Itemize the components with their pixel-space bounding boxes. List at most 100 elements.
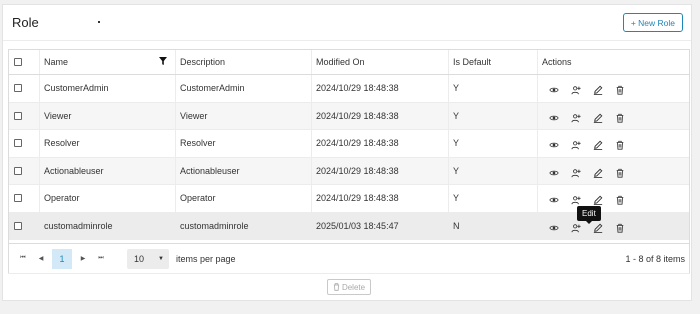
- trash-icon[interactable]: [612, 220, 628, 236]
- trash-icon: [333, 283, 340, 291]
- grid-header-row: Name Description Modified On Is Default …: [9, 50, 689, 75]
- cell-actions: [538, 213, 689, 240]
- cell-actions: [538, 130, 689, 157]
- cell-modified: 2024/10/29 18:48:38: [312, 102, 449, 129]
- user-add-icon[interactable]: [568, 220, 584, 236]
- column-header-modified[interactable]: Modified On: [312, 50, 449, 74]
- cell-name: customadminrole: [40, 212, 176, 239]
- table-row[interactable]: Resolver Resolver 2024/10/29 18:48:38 Y: [9, 130, 689, 158]
- delete-button-label: Delete: [341, 282, 366, 292]
- cell-modified: 2025/01/03 18:45:47: [312, 212, 449, 239]
- cell-is-default: N: [449, 212, 538, 239]
- first-page-icon[interactable]: ⏮: [16, 251, 30, 267]
- user-add-icon[interactable]: [568, 110, 584, 126]
- table-row[interactable]: CustomerAdmin CustomerAdmin 2024/10/29 18:…: [9, 75, 689, 103]
- trash-icon[interactable]: [612, 82, 628, 98]
- pencil-icon[interactable]: [590, 220, 606, 236]
- pager-info: 1 - 8 of 8 items: [625, 253, 685, 264]
- page-number-button[interactable]: 1: [52, 248, 72, 269]
- select-all-cell: [9, 50, 40, 74]
- cell-description: CustomerAdmin: [176, 75, 312, 102]
- cell-modified: 2024/10/29 18:48:38: [312, 75, 449, 102]
- eye-icon[interactable]: [546, 192, 562, 208]
- row-select-cell: [9, 102, 40, 129]
- cell-name: CustomerAdmin: [40, 75, 176, 102]
- row-checkbox[interactable]: [14, 194, 22, 203]
- row-checkbox[interactable]: [14, 111, 22, 120]
- card-footer: Delete: [8, 273, 690, 300]
- cell-description: Viewer: [176, 102, 312, 129]
- row-checkbox[interactable]: [14, 139, 22, 148]
- cell-description: Actionableuser: [176, 157, 312, 184]
- select-all-checkbox[interactable]: [14, 58, 22, 66]
- delete-button[interactable]: Delete: [326, 279, 372, 295]
- trash-icon[interactable]: [612, 110, 628, 126]
- pencil-icon[interactable]: [590, 82, 606, 98]
- row-checkbox[interactable]: [14, 221, 22, 230]
- cell-is-default: Y: [449, 157, 538, 184]
- column-header-name[interactable]: Name: [40, 50, 176, 74]
- cell-description: Resolver: [176, 130, 312, 157]
- cell-actions: [538, 103, 689, 130]
- roles-grid: Name Description Modified On Is Default …: [8, 49, 690, 274]
- prev-page-icon[interactable]: ◀: [34, 251, 48, 267]
- column-header-is-default[interactable]: Is Default: [449, 50, 538, 74]
- eye-icon[interactable]: [546, 137, 562, 153]
- pencil-icon[interactable]: [590, 110, 606, 126]
- column-header-description[interactable]: Description: [176, 50, 312, 74]
- edit-tooltip: Edit: [577, 206, 601, 224]
- page-title: Role: [12, 15, 39, 30]
- user-add-icon[interactable]: [568, 165, 584, 181]
- page-size-value: 10: [134, 253, 145, 264]
- cell-name: Resolver: [40, 130, 176, 157]
- new-role-button[interactable]: + New Role: [622, 13, 683, 32]
- trash-icon[interactable]: [612, 165, 628, 181]
- user-add-icon[interactable]: [568, 82, 584, 98]
- chevron-down-icon: ▼: [158, 255, 164, 262]
- last-page-icon[interactable]: ⏭: [94, 251, 108, 267]
- trash-icon[interactable]: [612, 137, 628, 153]
- card-header: Role + New Role: [3, 5, 691, 41]
- column-header-label: Name: [44, 57, 69, 67]
- roles-card: Role + New Role Name Description Modifie…: [2, 4, 692, 301]
- cell-description: customadminrole: [176, 212, 312, 239]
- trash-icon[interactable]: [612, 192, 628, 208]
- cell-modified: 2024/10/29 18:48:38: [312, 157, 449, 184]
- row-select-cell: [9, 130, 40, 157]
- column-header-label: Is Default: [453, 57, 492, 67]
- pencil-icon[interactable]: [590, 137, 606, 153]
- column-header-label: Actions: [542, 57, 572, 67]
- cell-modified: 2024/10/29 18:48:38: [312, 130, 449, 157]
- cell-actions: [538, 185, 689, 212]
- row-select-cell: [9, 157, 40, 184]
- eye-icon[interactable]: [546, 110, 562, 126]
- user-add-icon[interactable]: [568, 137, 584, 153]
- pager: ⏮ ◀ 1 ▶ ⏭ 10 ▼ items per page 1 - 8 of 8…: [9, 243, 689, 273]
- cell-actions: [538, 75, 689, 102]
- eye-icon[interactable]: [546, 82, 562, 98]
- cell-modified: 2024/10/29 18:48:38: [312, 185, 449, 212]
- row-select-cell: [9, 75, 40, 102]
- eye-icon[interactable]: [546, 220, 562, 236]
- cell-is-default: Y: [449, 130, 538, 157]
- column-header-actions: Actions: [538, 50, 689, 74]
- row-select-cell: [9, 185, 40, 212]
- cell-name: Operator: [40, 185, 176, 212]
- table-row[interactable]: Actionableuser Actionableuser 2024/10/29 1…: [9, 157, 689, 185]
- next-page-icon[interactable]: ▶: [76, 251, 90, 267]
- table-row[interactable]: Viewer Viewer 2024/10/29 18:48:38 Y: [9, 102, 689, 130]
- cell-is-default: Y: [449, 185, 538, 212]
- pencil-icon[interactable]: [590, 165, 606, 181]
- cell-is-default: Y: [449, 75, 538, 102]
- column-header-label: Description: [180, 57, 226, 67]
- filter-icon[interactable]: [159, 57, 167, 67]
- column-header-label: Modified On: [316, 57, 365, 67]
- decor-dot: [98, 21, 100, 23]
- cell-actions: [538, 158, 689, 185]
- cell-name: Actionableuser: [40, 157, 176, 184]
- page-size-select[interactable]: 10 ▼: [127, 248, 169, 269]
- eye-icon[interactable]: [546, 165, 562, 181]
- row-checkbox[interactable]: [14, 166, 22, 175]
- row-checkbox[interactable]: [14, 84, 22, 93]
- row-select-cell: [9, 212, 40, 239]
